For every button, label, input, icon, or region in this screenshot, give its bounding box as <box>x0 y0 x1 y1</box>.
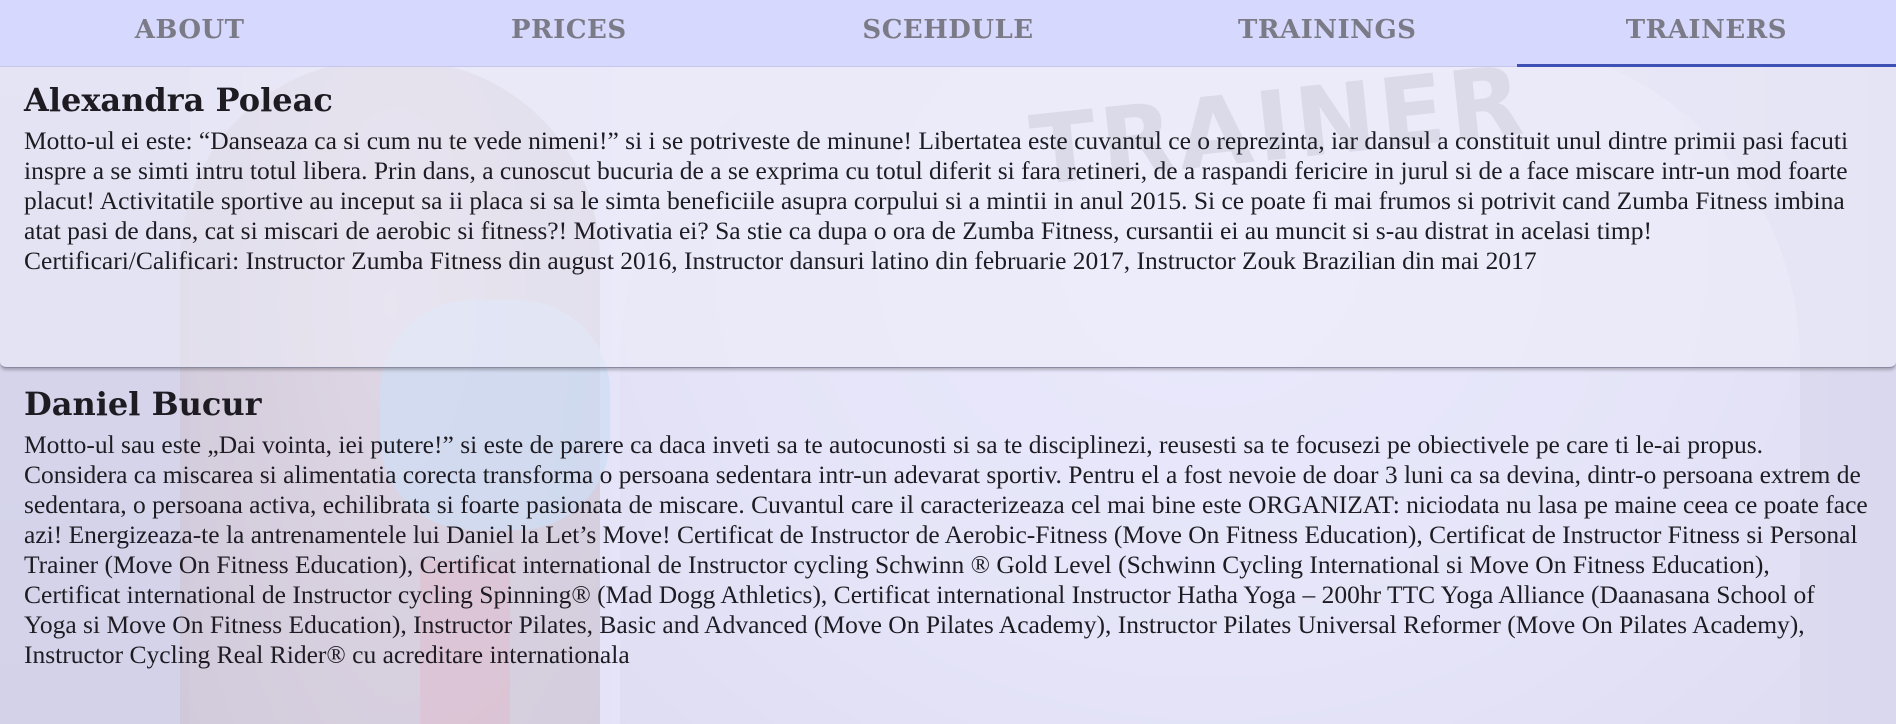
tab-about-label: ABOUT <box>134 15 245 45</box>
tab-prices-label: PRICES <box>511 15 627 45</box>
tab-schedule-label: SCEHDULE <box>862 15 1034 45</box>
tab-trainers-label: TRAINERS <box>1625 15 1788 45</box>
tab-about[interactable]: ABOUT <box>0 0 379 66</box>
trainers-list: Alexandra Poleac Motto-ul ei este: “Dans… <box>0 66 1896 724</box>
trainer-card-alexandra-poleac: Alexandra Poleac Motto-ul ei este: “Dans… <box>0 66 1896 368</box>
trainers-page: TRAINER ABOUT PRICES SCEHDULE TRAININGS … <box>0 0 1896 724</box>
trainer-bio: Motto-ul sau este „Dai vointa, iei puter… <box>24 430 1868 669</box>
trainer-name: Alexandra Poleac <box>24 81 333 119</box>
tab-prices[interactable]: PRICES <box>379 0 758 66</box>
trainer-bio: Motto-ul ei este: “Danseaza ca si cum nu… <box>24 126 1849 275</box>
trainer-card-daniel-bucur: Daniel Bucur Motto-ul sau este „Dai voin… <box>0 368 1896 692</box>
tab-schedule[interactable]: SCEHDULE <box>758 0 1137 66</box>
tab-trainings-label: TRAININGS <box>1237 15 1417 45</box>
main-nav: ABOUT PRICES SCEHDULE TRAININGS TRAINERS <box>0 0 1896 67</box>
tab-trainings[interactable]: TRAININGS <box>1138 0 1517 66</box>
tab-trainers[interactable]: TRAINERS <box>1516 0 1896 67</box>
trainer-name: Daniel Bucur <box>24 385 262 423</box>
